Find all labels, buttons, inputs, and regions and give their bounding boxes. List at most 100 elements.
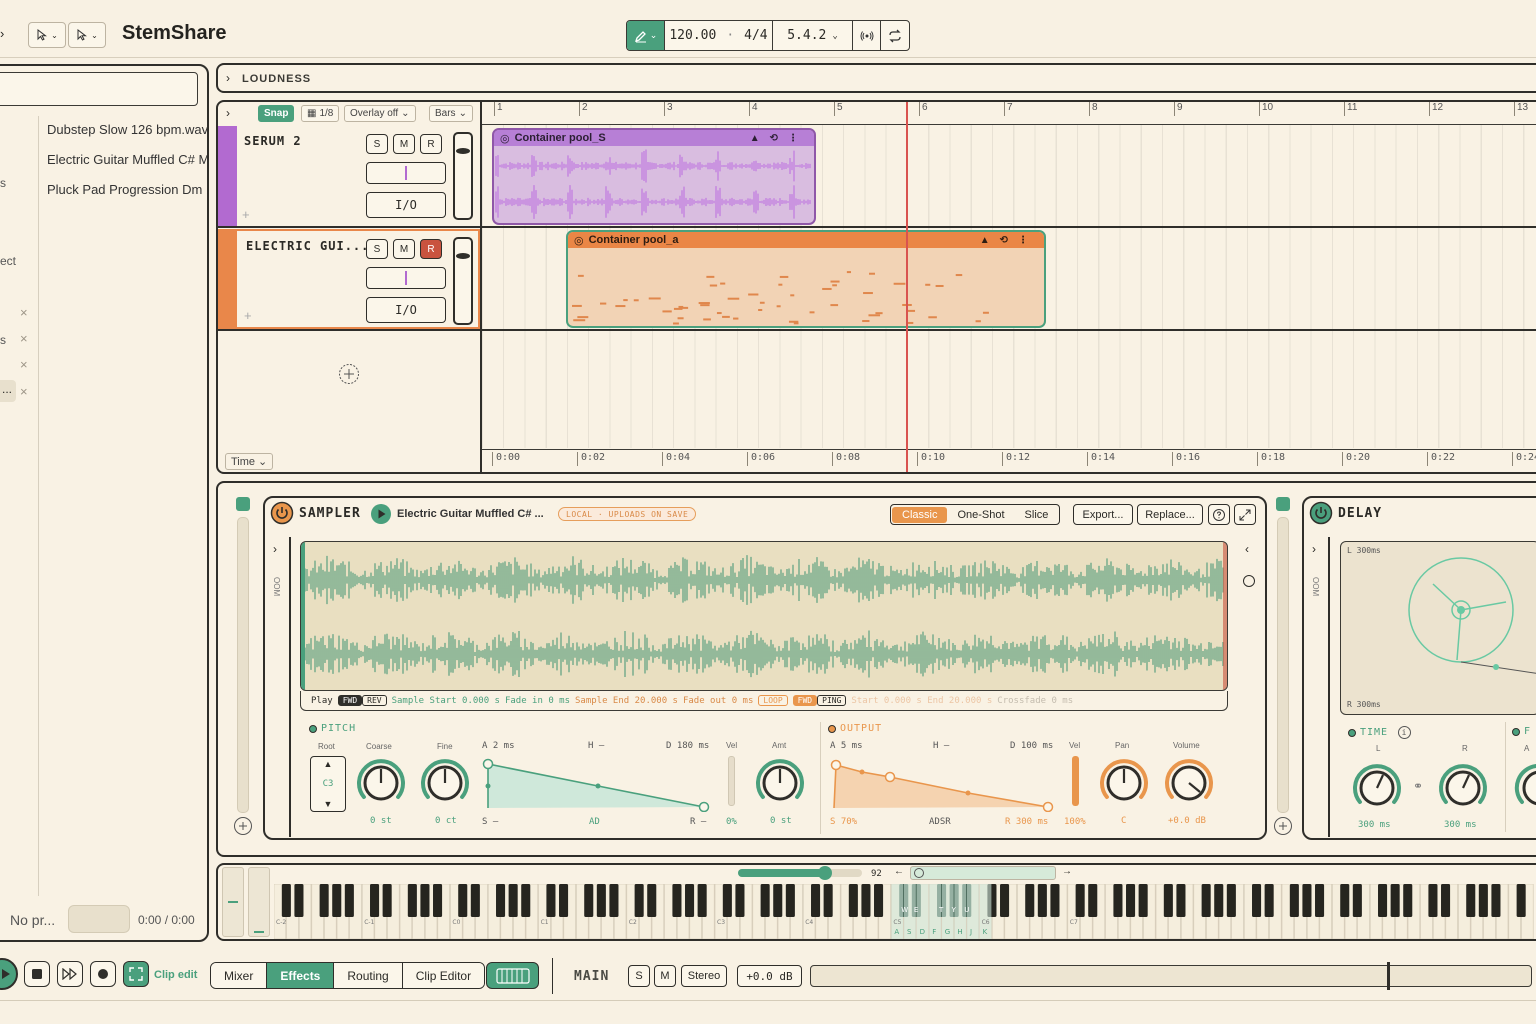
pitch-env-attack[interactable]: A 2 ms [482, 741, 515, 751]
black-key[interactable] [647, 884, 657, 917]
black-key[interactable] [722, 884, 732, 917]
black-key[interactable] [1466, 884, 1476, 917]
loudness-lane[interactable] [216, 63, 1536, 93]
direction-fwd-button[interactable]: FWD [337, 695, 363, 706]
black-key[interactable] [1428, 884, 1438, 917]
black-key[interactable] [672, 884, 682, 917]
bars-select[interactable]: Bars ⌄ [429, 105, 473, 122]
sample-end-marker[interactable] [1223, 542, 1228, 691]
playhead[interactable] [906, 102, 908, 472]
time-ruler[interactable]: 0:00 0:02 0:04 0:06 0:08 0:10 0:12 0:14 0:16 0:18… [482, 449, 1536, 472]
add-icon[interactable]: + [242, 207, 250, 222]
add-device-button[interactable] [233, 816, 253, 841]
black-key[interactable] [1378, 884, 1388, 917]
black-key[interactable] [382, 884, 392, 917]
piano-keyboard[interactable]: C-2 C-1 C0 C1 C2 C3 C4 C5 C6 C7 W E T Y U A S D F G H J K [274, 884, 1536, 939]
sample-end-field[interactable]: Sample End 20.000 s [575, 696, 678, 706]
black-key[interactable] [470, 884, 480, 917]
browser-fragment[interactable]: ect [0, 254, 16, 268]
info-icon[interactable]: i [1398, 726, 1412, 739]
fine-knob[interactable] [419, 757, 471, 809]
black-key[interactable] [344, 884, 354, 917]
preview-progress[interactable] [68, 905, 130, 933]
arrow-right-icon[interactable]: → [1062, 866, 1072, 877]
clip-actions-icon[interactable]: ▲⟲⋮ [980, 235, 1038, 246]
black-key[interactable] [634, 884, 644, 917]
sample-waveform[interactable] [300, 541, 1228, 691]
track-header-electric-guitar[interactable]: ELECTRIC GUI... S M R I/O + [218, 229, 480, 329]
metronome-button[interactable] [853, 21, 881, 50]
pitch-vel-slider[interactable] [728, 756, 735, 806]
fade-in-field[interactable]: Fade in 0 ms [505, 696, 570, 706]
mod-wheel[interactable] [248, 867, 270, 937]
browser-fragment[interactable]: s [0, 333, 6, 347]
help-button[interactable] [1208, 504, 1230, 525]
stereo-mode-button[interactable]: Stereo [681, 965, 727, 987]
tab-clip-editor[interactable]: Clip Editor [402, 963, 485, 988]
loop-ping-button[interactable]: PING [817, 695, 847, 706]
sampler-power-button[interactable] [270, 501, 294, 530]
delay-right-time-knob[interactable] [1437, 762, 1489, 814]
pitch-env-release[interactable]: R – [690, 817, 706, 827]
clip-electric-guitar[interactable]: ◎ Container pool_a ▲⟲⋮ [566, 230, 1046, 328]
master-fader-handle[interactable] [1387, 962, 1390, 990]
delay-next-knob[interactable] [1514, 762, 1536, 814]
black-key[interactable] [1226, 884, 1236, 917]
black-key[interactable] [1025, 884, 1035, 917]
black-key[interactable] [685, 884, 695, 917]
clip-serum[interactable]: ◎ Container pool_S ▲⟲⋮ [492, 128, 816, 225]
tab-routing[interactable]: Routing [334, 963, 403, 988]
time-format-select[interactable]: Time ⌄ [225, 453, 274, 470]
black-key[interactable] [1050, 884, 1060, 917]
velocity-slider[interactable] [738, 866, 862, 880]
pitch-env-decay[interactable]: D 180 ms [666, 741, 709, 751]
master-mute-button[interactable]: M [654, 965, 676, 987]
link-icon[interactable]: ⚭ [1413, 779, 1423, 793]
black-key[interactable] [559, 884, 569, 917]
draw-tool-button[interactable]: ⌄ [68, 22, 106, 48]
black-key[interactable] [458, 884, 468, 917]
black-key[interactable] [773, 884, 783, 917]
increment-icon[interactable]: ▲ [324, 759, 333, 769]
solo-button[interactable]: S [366, 239, 388, 259]
loop-fwd-button[interactable]: FWD [792, 695, 818, 706]
black-key[interactable] [785, 884, 795, 917]
overlay-select[interactable]: Overlay off ⌄ [344, 105, 416, 122]
black-key[interactable] [1214, 884, 1224, 917]
amp-vel-slider[interactable] [1072, 756, 1079, 806]
amp-env-sustain[interactable]: S 70% [830, 817, 857, 827]
play-button[interactable] [0, 958, 18, 990]
black-key[interactable] [1126, 884, 1136, 917]
edit-mode-button[interactable]: ⌄ [627, 21, 665, 50]
black-key[interactable] [1037, 884, 1047, 917]
black-key[interactable] [521, 884, 531, 917]
pan-control[interactable] [366, 267, 446, 289]
black-key[interactable] [874, 884, 884, 917]
chevron-right-icon[interactable]: › [273, 542, 277, 556]
add-device-button[interactable] [1273, 816, 1293, 841]
black-key[interactable] [760, 884, 770, 917]
loop-toggle[interactable]: LOOP [758, 695, 788, 706]
delay-next-enable-dot[interactable] [1512, 727, 1520, 736]
volume-fader[interactable] [453, 237, 473, 325]
sampler-play-button[interactable] [370, 503, 392, 530]
delay-power-button[interactable] [1309, 501, 1333, 530]
clip-actions-icon[interactable]: ▲⟲⋮ [750, 133, 808, 144]
tab-mixer[interactable]: Mixer [211, 963, 268, 988]
clip-header[interactable]: ◎ Container pool_S ▲⟲⋮ [494, 130, 814, 146]
sample-start-marker[interactable] [301, 542, 305, 691]
black-key[interactable] [1491, 884, 1501, 917]
black-key[interactable] [1252, 884, 1262, 917]
mode-one-shot[interactable]: One-Shot [947, 507, 1014, 523]
bar-ruler[interactable]: 1 2 3 4 5 6 7 8 9 10 11 12 13 [482, 102, 1536, 125]
black-key[interactable] [1264, 884, 1274, 917]
black-key[interactable] [823, 884, 833, 917]
pan-control[interactable] [366, 162, 446, 184]
black-key[interactable] [319, 884, 329, 917]
pitch-env-sustain[interactable]: S – [482, 817, 498, 827]
black-key[interactable] [332, 884, 342, 917]
black-key[interactable] [861, 884, 871, 917]
browser-selected-item[interactable]: ... [0, 380, 16, 402]
tempo-display[interactable]: 120.00 · 4/4 [665, 21, 773, 50]
export-button[interactable]: Export... [1073, 504, 1133, 525]
